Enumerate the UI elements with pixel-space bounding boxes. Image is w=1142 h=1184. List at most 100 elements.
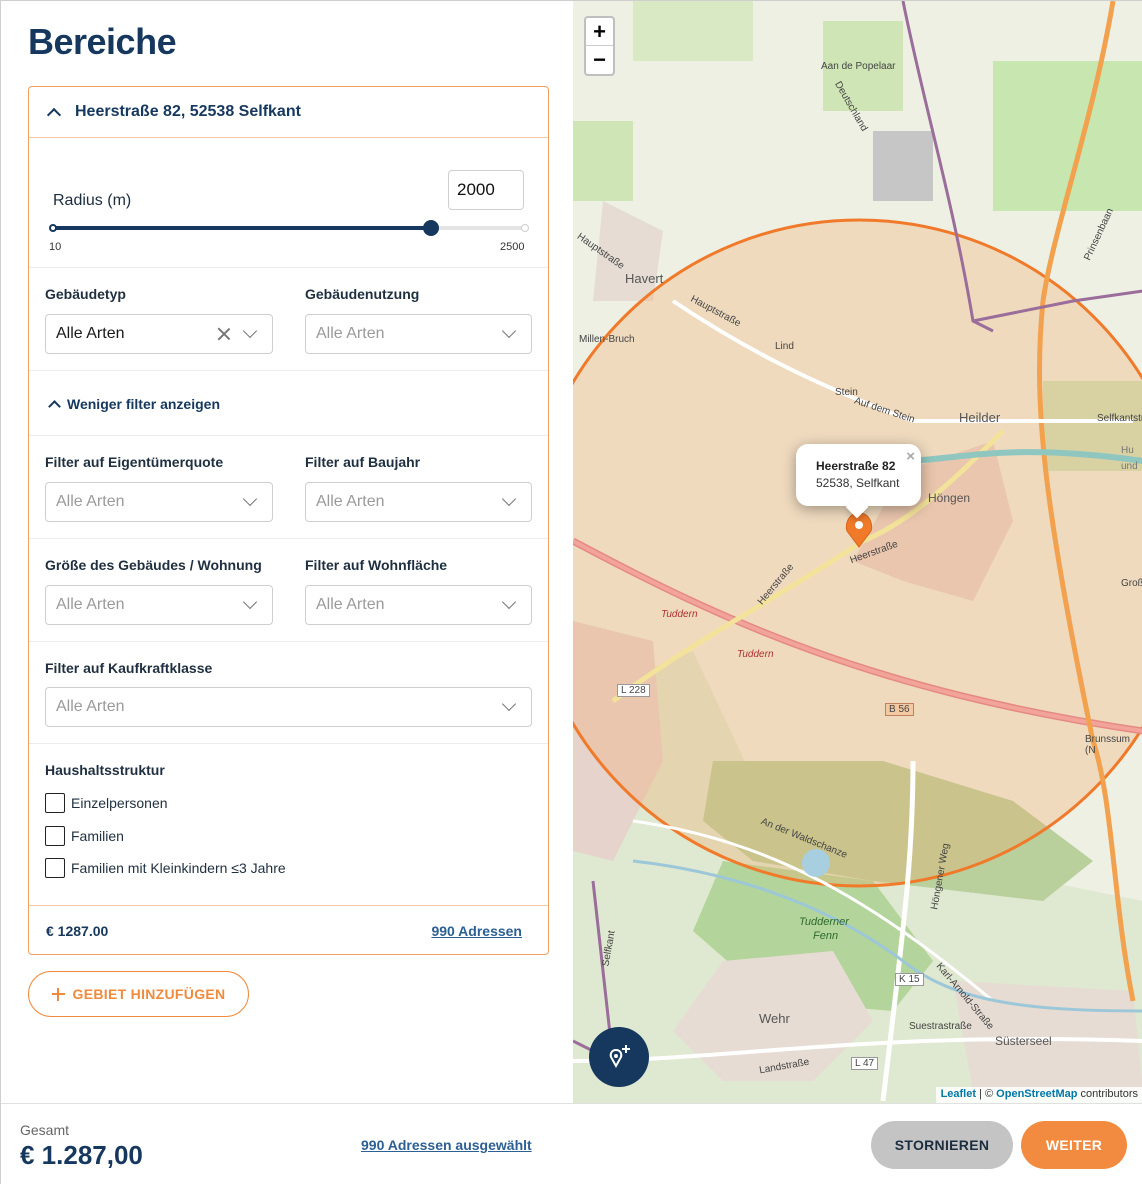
groesse-label: Größe des Gebäudes / Wohnung xyxy=(45,557,262,573)
chevron-down-icon[interactable] xyxy=(504,701,514,711)
map-label: Heilder xyxy=(959,410,1001,425)
wohnflaeche-label: Filter auf Wohnfläche xyxy=(305,557,448,573)
map-label: Hu xyxy=(1121,445,1134,456)
map-label: Suestrastraße xyxy=(909,1021,972,1032)
kaufkraft-select[interactable]: Alle Arten xyxy=(45,687,532,727)
checkbox[interactable] xyxy=(45,793,65,813)
map-label: Höngen xyxy=(928,491,971,505)
checkbox-label: Einzelpersonen xyxy=(71,795,168,811)
total-value: € 1.287,00 xyxy=(20,1140,143,1170)
chevron-up-icon[interactable] xyxy=(47,106,59,118)
chevron-down-icon[interactable] xyxy=(245,496,255,506)
chevron-down-icon[interactable] xyxy=(245,599,255,609)
cancel-button[interactable]: STORNIEREN xyxy=(871,1121,1013,1169)
area-card-header[interactable]: Heerstraße 82, 52538 Selfkant xyxy=(29,87,548,138)
areas-panel: Bereiche Heerstraße 82, 52538 Selfkant R… xyxy=(1,1,573,1103)
zoom-in-button[interactable]: + xyxy=(586,18,613,46)
household-section: Haushaltsstruktur Einzelpersonen Familie… xyxy=(29,744,548,905)
radius-slider-track[interactable] xyxy=(53,226,525,230)
checkbox-familien[interactable]: Familien xyxy=(45,826,124,846)
area-address: Heerstraße 82, 52538 Selfkant xyxy=(75,103,301,120)
map-label: Millen-Bruch xyxy=(579,334,635,345)
radius-input[interactable]: 2000 xyxy=(448,170,524,210)
map-label: Tuddern xyxy=(737,649,774,660)
radius-slider-thumb[interactable] xyxy=(422,220,439,236)
map[interactable]: Aan de Popelaar Deutschland Hauptstraße … xyxy=(573,1,1142,1103)
area-card-footer: € 1287.00 990 Adressen xyxy=(29,905,548,954)
map-attribution: Leaflet | © OpenStreetMap contributors xyxy=(935,1087,1142,1103)
leaflet-link[interactable]: Leaflet xyxy=(941,1088,976,1100)
map-label: Stein xyxy=(835,387,858,398)
popup-subtitle: 52538, Selfkant xyxy=(816,476,900,490)
purchasing-power-section: Filter auf Kaufkraftklasse Alle Arten xyxy=(29,642,548,744)
gebaeudenutzung-placeholder: Alle Arten xyxy=(316,325,385,342)
gebaeudetyp-select[interactable]: Alle Arten xyxy=(45,314,273,354)
map-label: L 228 xyxy=(617,684,650,697)
attribution-tail: contributors xyxy=(1077,1088,1138,1100)
map-label: und xyxy=(1121,461,1138,472)
wohnflaeche-select[interactable]: Alle Arten xyxy=(305,585,532,625)
map-popup: × Heerstraße 82 52538, Selfkant xyxy=(796,444,921,506)
baujahr-select[interactable]: Alle Arten xyxy=(305,482,532,522)
groesse-select[interactable]: Alle Arten xyxy=(45,585,273,625)
map-label: Havert xyxy=(625,271,664,286)
checkbox[interactable] xyxy=(45,858,65,878)
close-icon[interactable]: × xyxy=(906,448,915,465)
checkbox-label: Familien xyxy=(71,828,124,844)
map-label: Süsterseel xyxy=(995,1034,1052,1048)
selected-addresses-link[interactable]: 990 Adressen ausgewählt xyxy=(361,1137,532,1153)
wohnflaeche-placeholder: Alle Arten xyxy=(316,596,385,613)
baujahr-placeholder: Alle Arten xyxy=(316,493,385,510)
owner-year-section: Filter auf Eigentümerquote Alle Arten Fi… xyxy=(29,436,548,539)
checkbox[interactable] xyxy=(45,826,65,846)
total-label: Gesamt xyxy=(20,1122,70,1138)
area-card: Heerstraße 82, 52538 Selfkant Radius (m)… xyxy=(28,86,549,955)
map-label: Selfkantstr xyxy=(1097,413,1142,424)
map-label: Groß xyxy=(1121,578,1142,589)
checkbox-einzelpersonen[interactable]: Einzelpersonen xyxy=(45,793,168,813)
gebaeudetyp-value: Alle Arten xyxy=(56,325,125,342)
slider-max-dot xyxy=(521,224,529,232)
add-area-label: GEBIET HINZUFÜGEN xyxy=(72,986,226,1002)
page-title: Bereiche xyxy=(28,21,177,62)
slider-min-label: 10 xyxy=(49,241,62,253)
chevron-down-icon[interactable] xyxy=(504,496,514,506)
map-label: Fenn xyxy=(813,930,839,942)
gebaeudetyp-label: Gebäudetyp xyxy=(45,286,126,302)
kaufkraft-placeholder: Alle Arten xyxy=(56,698,125,715)
next-button[interactable]: WEITER xyxy=(1021,1121,1127,1169)
map-label: K 15 xyxy=(895,973,924,986)
map-label: L 47 xyxy=(851,1057,879,1070)
chevron-down-icon[interactable] xyxy=(245,328,255,338)
eigentuemerquote-label: Filter auf Eigentümerquote xyxy=(45,454,224,470)
haushalt-label: Haushaltsstruktur xyxy=(45,762,165,778)
checkbox-familien-kleinkinder[interactable]: Familien mit Kleinkindern ≤3 Jahre xyxy=(45,858,286,878)
kaufkraft-label: Filter auf Kaufkraftklasse xyxy=(45,660,213,676)
less-filters-label: Weniger filter anzeigen xyxy=(67,396,220,412)
chevron-down-icon[interactable] xyxy=(504,328,514,338)
gebaeudenutzung-select[interactable]: Alle Arten xyxy=(305,314,532,354)
radius-slider-fill xyxy=(53,226,431,230)
map-label: B 56 xyxy=(885,703,914,716)
map-label: Aan de Popelaar xyxy=(821,61,896,72)
app-window: Bereiche Heerstraße 82, 52538 Selfkant R… xyxy=(0,0,1142,1184)
radius-label: Radius (m) xyxy=(53,192,132,209)
eigentuemerquote-select[interactable]: Alle Arten xyxy=(45,482,273,522)
zoom-out-button[interactable]: − xyxy=(586,46,613,74)
add-area-button[interactable]: GEBIET HINZUFÜGEN xyxy=(28,971,249,1017)
size-area-section: Größe des Gebäudes / Wohnung Alle Arten … xyxy=(29,539,548,642)
clear-icon[interactable] xyxy=(216,326,232,342)
map-label: Tudderner xyxy=(799,916,849,928)
less-filters-toggle[interactable]: Weniger filter anzeigen xyxy=(49,396,220,412)
map-label: Tuddern xyxy=(661,609,698,620)
groesse-placeholder: Alle Arten xyxy=(56,596,125,613)
building-section: Gebäudetyp Alle Arten Gebäudenutzung All… xyxy=(29,268,548,371)
area-price: € 1287.00 xyxy=(46,923,109,939)
attribution-separator: | © xyxy=(976,1088,997,1100)
slider-min-dot xyxy=(49,224,57,232)
area-addresses-link[interactable]: 990 Adressen xyxy=(431,923,522,939)
osm-link[interactable]: OpenStreetMap xyxy=(996,1088,1077,1100)
add-location-button[interactable] xyxy=(589,1027,649,1087)
chevron-down-icon[interactable] xyxy=(504,599,514,609)
map-label: Lind xyxy=(775,341,794,352)
